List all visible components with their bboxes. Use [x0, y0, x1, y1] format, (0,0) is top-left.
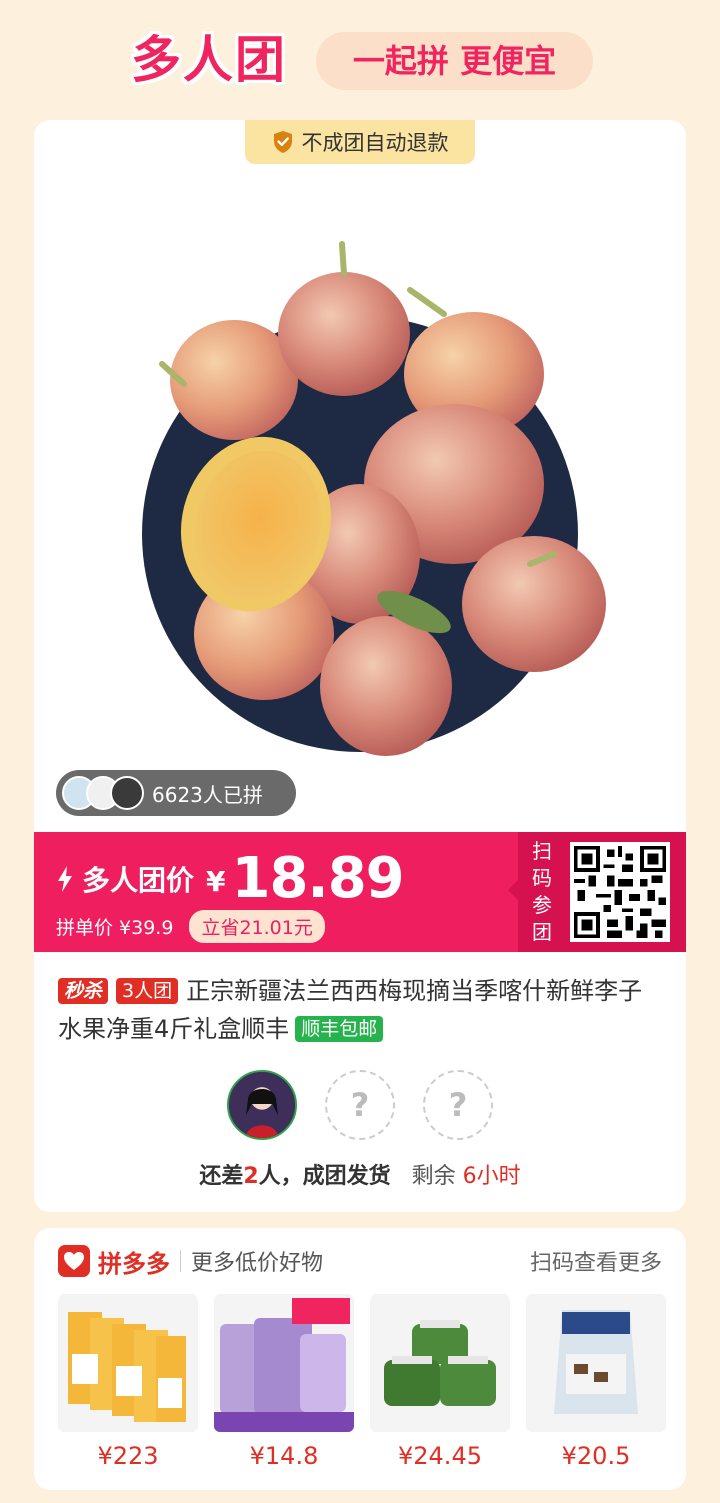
group-buy-card: 不成团自动退款 6623人已拼 多人团价 ¥ 18.89 拼单价 ¥39.9 立… — [34, 120, 686, 1212]
goods-image — [370, 1294, 510, 1432]
price-bar: 多人团价 ¥ 18.89 拼单价 ¥39.9 立省21.01元 扫码参团 — [34, 832, 686, 952]
goods-item[interactable]: ¥223 — [58, 1294, 198, 1470]
status-prefix: 还差 — [199, 1164, 244, 1189]
member-avatar — [227, 1070, 297, 1140]
product-image[interactable] — [34, 164, 686, 814]
brand-logo: 多人团 — [131, 31, 287, 89]
goods-price: ¥223 — [97, 1442, 159, 1470]
buyer-avatar — [110, 776, 144, 810]
product-title-area[interactable]: 秒杀 3人团 正宗新疆法兰西西梅现摘当季喀什新鲜李子水果净重4斤礼盒顺丰 顺丰包邮 — [58, 972, 662, 1048]
goods-item[interactable]: ¥14.8 — [214, 1294, 354, 1470]
shield-check-icon — [273, 131, 292, 153]
save-tag: 立省21.01元 — [189, 910, 325, 943]
pinduoduo-name: 拼多多 — [98, 1249, 170, 1278]
group-price-value: 18.89 — [231, 846, 405, 911]
more-subtitle: 更多低价好物 — [191, 1251, 324, 1276]
goods-price: ¥14.8 — [249, 1442, 319, 1470]
goods-price: ¥20.5 — [561, 1442, 631, 1470]
remain-time: 6小时 — [462, 1164, 521, 1189]
refund-badge: 不成团自动退款 — [245, 120, 475, 164]
goods-item[interactable]: ¥24.45 — [370, 1294, 510, 1470]
more-header: 拼多多 更多低价好物 扫码查看更多 — [58, 1244, 662, 1278]
group-status: 还差2人，成团发货 剩余 6小时 — [34, 1158, 686, 1190]
missing-count: 2 — [243, 1164, 259, 1189]
header: 多人团 一起拼 更便宜 — [0, 0, 720, 118]
goods-item[interactable]: ¥20.5 — [526, 1294, 666, 1470]
buyers-count-pill: 6623人已拼 — [56, 770, 296, 816]
group-members: ? ? — [34, 1070, 686, 1140]
single-price: 拼单价 ¥39.9 — [56, 917, 174, 939]
goods-list: ¥223 ¥14.8 ¥24.45 ¥20.5 — [58, 1294, 666, 1470]
goods-image — [526, 1294, 666, 1432]
group-size-tag: 3人团 — [116, 978, 179, 1004]
scan-more-link[interactable]: 扫码查看更多 — [530, 1245, 662, 1277]
empty-member-slot[interactable]: ? — [325, 1070, 395, 1140]
empty-member-slot[interactable]: ? — [423, 1070, 493, 1140]
currency-symbol: ¥ — [206, 865, 226, 898]
flash-sale-tag: 秒杀 — [58, 978, 109, 1004]
free-shipping-tag: 顺丰包邮 — [295, 1016, 384, 1042]
goods-price: ¥24.45 — [398, 1442, 482, 1470]
group-price-label: 多人团价 — [82, 863, 195, 897]
buyers-count-text: 6623人已拼 — [152, 782, 263, 807]
qr-label: 扫码参团 — [532, 839, 552, 944]
group-price-row: 多人团价 ¥ 18.89 — [56, 846, 405, 911]
pinduoduo-logo-icon — [58, 1245, 90, 1277]
single-price-row: 拼单价 ¥39.9 立省21.01元 — [56, 910, 325, 943]
avatar-portrait-icon — [229, 1072, 295, 1138]
divider — [180, 1250, 181, 1272]
refund-text: 不成团自动退款 — [301, 131, 449, 155]
lightning-icon — [58, 865, 72, 892]
more-goods-card: 拼多多 更多低价好物 扫码查看更多 ¥223 ¥14.8 ¥24.45 ¥20.… — [34, 1228, 686, 1490]
goods-image — [58, 1294, 198, 1432]
remain-label: 剩余 — [411, 1164, 456, 1189]
qr-join-box[interactable]: 扫码参团 — [508, 832, 686, 952]
status-suffix: 人，成团发货 — [258, 1164, 391, 1189]
qr-code[interactable] — [570, 842, 670, 942]
slogan: 一起拼 更便宜 — [316, 32, 593, 90]
goods-image — [214, 1294, 354, 1432]
qr-notch — [508, 880, 518, 900]
